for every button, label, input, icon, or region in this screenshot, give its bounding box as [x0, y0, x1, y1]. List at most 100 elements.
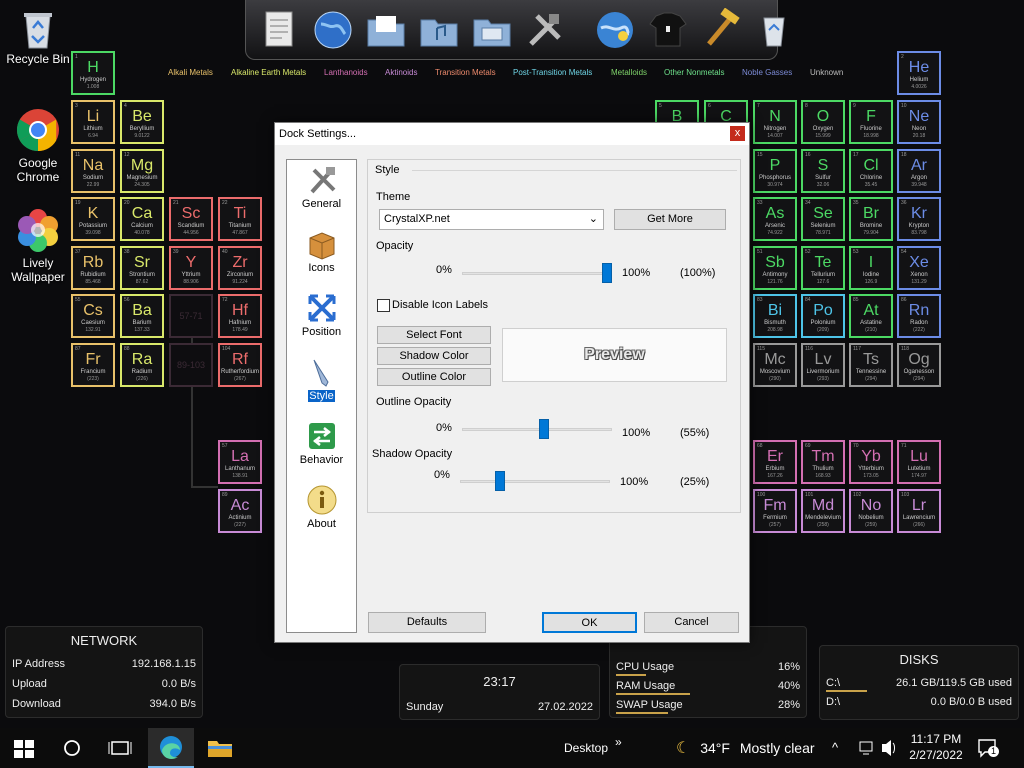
- weather-widget[interactable]: ☾ 34°F Mostly clear: [676, 728, 826, 768]
- element-symbol: Ar: [911, 157, 927, 174]
- close-button[interactable]: x: [730, 126, 745, 141]
- toolbar-chevron[interactable]: »: [615, 722, 622, 762]
- element-hf: 72 Hf Hafnium 178.49: [218, 294, 262, 338]
- disable-icon-labels-label[interactable]: Disable Icon Labels: [392, 299, 488, 311]
- start-button[interactable]: [0, 728, 48, 768]
- series-placeholder: 57-71: [169, 294, 213, 338]
- element-kr: 36 Kr Krypton 83.798: [897, 197, 941, 241]
- atomic-number: 52: [805, 249, 811, 255]
- element-symbol: Kr: [911, 205, 927, 222]
- nav-general[interactable]: General: [287, 164, 356, 210]
- atomic-number: 20: [124, 200, 130, 206]
- element-symbol: Se: [813, 205, 833, 222]
- search-button[interactable]: [48, 728, 96, 768]
- element-name: Fermium: [763, 515, 787, 521]
- element-na: 11 Na Sodium 22.99: [71, 149, 115, 193]
- notification-button[interactable]: 1: [976, 728, 999, 768]
- atomic-number: 6: [708, 103, 711, 109]
- nav-style[interactable]: Style: [287, 356, 356, 402]
- atomic-number: 33: [757, 200, 763, 206]
- element-name: Radium: [131, 369, 153, 375]
- internet-icon[interactable]: [593, 8, 637, 52]
- taskbar-edge[interactable]: [148, 728, 194, 768]
- shadow-opacity-slider[interactable]: [460, 470, 610, 492]
- element-symbol: Po: [813, 302, 833, 319]
- desktop-toolbar[interactable]: Desktop: [564, 728, 608, 768]
- element-symbol: Sr: [134, 254, 150, 271]
- folder-docs-icon[interactable]: [364, 8, 408, 52]
- atomic-number: 100: [757, 492, 766, 498]
- element-symbol: Sc: [181, 205, 201, 222]
- element-name: Astatine: [860, 320, 882, 326]
- atomic-weight: 15.999: [815, 133, 831, 139]
- weather-condition: Mostly clear: [739, 740, 815, 756]
- element-symbol: Ca: [131, 205, 153, 222]
- element-ra: 88 Ra Radium (226): [120, 343, 164, 387]
- get-more-button[interactable]: Get More: [614, 209, 726, 230]
- folder-music-icon[interactable]: [417, 8, 461, 52]
- tools-icon[interactable]: [523, 8, 567, 52]
- element-symbol: Xe: [909, 254, 929, 271]
- volume-icon[interactable]: [880, 728, 898, 768]
- notepad-icon[interactable]: [258, 8, 302, 52]
- atomic-number: 8: [805, 103, 808, 109]
- theme-value: CrystalXP.net: [384, 213, 450, 225]
- network-icon[interactable]: [858, 728, 874, 768]
- ok-button[interactable]: OK: [542, 612, 637, 633]
- opacity-slider[interactable]: [462, 262, 612, 284]
- nav-position[interactable]: Position: [287, 292, 356, 338]
- shadow-color-button[interactable]: Shadow Color: [377, 347, 491, 365]
- theme-select[interactable]: CrystalXP.net ⌄: [379, 209, 604, 230]
- atomic-weight: (267): [234, 376, 246, 382]
- tray-overflow-icon[interactable]: ^: [832, 728, 838, 768]
- shadow-slider-thumb[interactable]: [495, 471, 505, 491]
- defaults-button[interactable]: Defaults: [368, 612, 486, 633]
- info-icon: [306, 484, 338, 516]
- select-font-button[interactable]: Select Font: [377, 326, 491, 344]
- desktop-icon-chrome[interactable]: Google Chrome: [0, 108, 76, 184]
- nav-icons[interactable]: Icons: [287, 228, 356, 274]
- task-view-button[interactable]: [96, 728, 144, 768]
- desktop-icon-lively[interactable]: Lively Wallpaper: [0, 208, 76, 284]
- atomic-number: 72: [222, 297, 228, 303]
- recycle-icon[interactable]: [752, 8, 796, 52]
- taskbar-file-explorer[interactable]: [196, 728, 244, 768]
- element-og: 118 Og Oganesson (294): [897, 343, 941, 387]
- element-symbol: Mc: [764, 351, 786, 368]
- element-xe: 54 Xe Xenon 131.29: [897, 246, 941, 290]
- element-symbol: Bi: [767, 302, 783, 319]
- tshirt-icon[interactable]: [646, 8, 690, 52]
- theme-label: Theme: [376, 191, 411, 203]
- nav-behavior[interactable]: Behavior: [287, 420, 356, 466]
- outline-slider-thumb[interactable]: [539, 419, 549, 439]
- atomic-number: 69: [805, 443, 811, 449]
- element-symbol: Md: [811, 497, 835, 514]
- element-name: Barium: [132, 320, 152, 326]
- element-name: Nobelium: [858, 515, 884, 521]
- element-cl: 17 Cl Chlorine 35.45: [849, 149, 893, 193]
- outline-opacity-slider[interactable]: [462, 418, 612, 440]
- element-mc: 115 Mc Moscovium (290): [753, 343, 797, 387]
- element-symbol: H: [87, 59, 99, 76]
- element-rf: 104 Rf Rutherfordium (267): [218, 343, 262, 387]
- globe-icon[interactable]: [311, 8, 355, 52]
- atomic-weight: (210): [865, 327, 877, 333]
- atomic-number: 1: [75, 54, 78, 60]
- system-clock[interactable]: 11:17 PM 2/27/2022: [905, 728, 967, 768]
- folder-pictures-icon[interactable]: [470, 8, 514, 52]
- nav-about[interactable]: About: [287, 484, 356, 530]
- hammer-icon[interactable]: [699, 7, 743, 52]
- cancel-button[interactable]: Cancel: [644, 612, 739, 633]
- dialog-titlebar[interactable]: Dock Settings... x: [275, 123, 749, 145]
- tools-icon: [306, 164, 338, 196]
- desktop-icon-recycle-bin[interactable]: Recycle Bin: [0, 8, 76, 66]
- element-symbol: N: [769, 108, 781, 125]
- element-p: 15 P Phosphorus 30.974: [753, 149, 797, 193]
- element-no: 102 No Nobelium (259): [849, 489, 893, 533]
- opacity-slider-thumb[interactable]: [602, 263, 612, 283]
- atomic-number: 18: [901, 152, 907, 158]
- disable-icon-labels-checkbox[interactable]: [377, 299, 390, 312]
- atomic-number: 17: [853, 152, 859, 158]
- outline-color-button[interactable]: Outline Color: [377, 368, 491, 386]
- element-symbol: Hf: [232, 302, 248, 319]
